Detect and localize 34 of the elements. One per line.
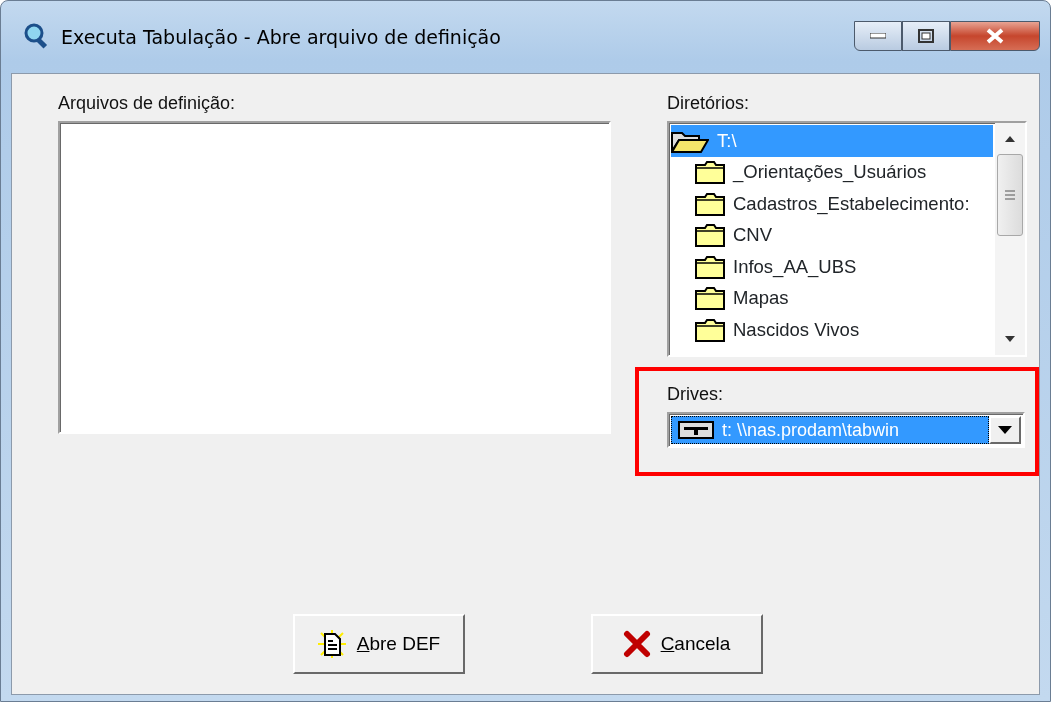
folder-icon (695, 223, 725, 248)
window-title: Executa Tabulação - Abre arquivo de definição (61, 24, 501, 50)
grip-icon (1004, 190, 1016, 200)
folder-icon (695, 254, 725, 279)
field-label: Arquivos de definição: (58, 92, 237, 115)
cross-icon (622, 630, 651, 658)
cancel-button[interactable]: Cancela (590, 614, 763, 674)
maximize-button[interactable] (902, 21, 950, 51)
folder-icon (695, 191, 725, 216)
open-button[interactable]: Abre DEF (292, 614, 465, 674)
folder-icon (695, 286, 725, 311)
document-icon (316, 629, 347, 659)
close-button[interactable] (950, 21, 1040, 51)
field-label: Drives: (667, 383, 724, 406)
directory-item[interactable]: _Orientações_Usuários (671, 156, 993, 188)
maximize-icon (918, 29, 934, 43)
close-icon (985, 28, 1005, 44)
directory-item[interactable]: Cadastros_Estabelecimento: (671, 188, 993, 220)
directory-item[interactable]: Infos_AA_UBS (671, 251, 993, 283)
directory-list[interactable]: T:\ _Orientações_Usuários Cadastros_Estabelecimento: CNV Infos_AA_UBS Mapas Nascidos Vivos (667, 121, 1027, 357)
folder-icon (695, 317, 725, 342)
directory-item[interactable]: Mapas (671, 282, 993, 314)
field-label: Diretórios: (667, 92, 751, 115)
scrollbar[interactable] (995, 123, 1025, 355)
minimize-icon (870, 33, 886, 39)
folder-icon (695, 160, 725, 185)
directory-item[interactable]: CNV (671, 219, 993, 251)
network-drive-icon (678, 420, 714, 440)
directory-item[interactable]: Nascidos Vivos (671, 314, 993, 346)
scroll-down-arrow-icon (1004, 336, 1016, 343)
scroll-up-arrow-icon (1004, 135, 1016, 142)
scroll-thumb[interactable] (997, 154, 1023, 236)
minimize-button[interactable] (854, 21, 902, 51)
dropdown-arrow-icon (998, 426, 1012, 434)
